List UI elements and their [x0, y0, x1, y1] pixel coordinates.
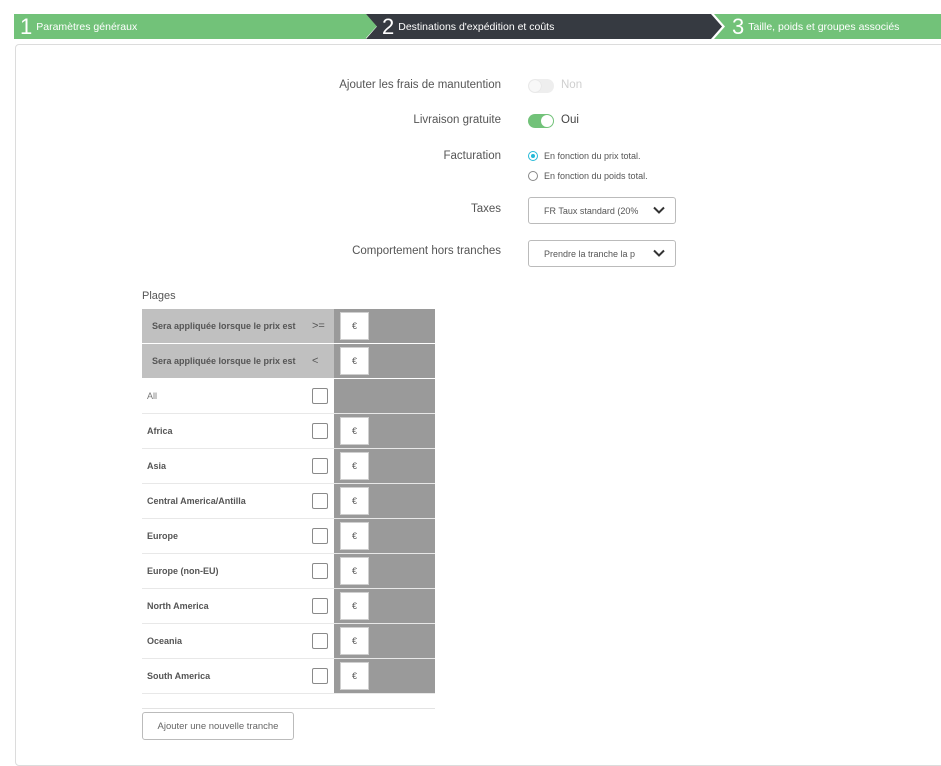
- zone-name: Central America/Antilla: [147, 496, 246, 506]
- range-min-input[interactable]: €: [340, 312, 369, 340]
- taxes-selected-value: FR Taux standard (20%: [544, 205, 639, 216]
- range-column: €: [334, 589, 435, 623]
- ranges-title: Plages: [142, 290, 176, 302]
- zone-row: Central America/Antilla €: [142, 484, 435, 519]
- zone-checkbox[interactable]: [312, 493, 328, 509]
- zone-row-all: All: [142, 379, 435, 414]
- step-label: Destinations d'expédition et coûts: [398, 20, 555, 33]
- range-column: €: [334, 309, 435, 343]
- ranges-table: Sera appliquée lorsque le prix est >= € …: [142, 309, 435, 694]
- range-column: €: [334, 449, 435, 483]
- zone-name: Oceania: [147, 636, 183, 646]
- range-header-min: Sera appliquée lorsque le prix est >= €: [142, 309, 435, 344]
- radio-label: En fonction du poids total.: [544, 171, 648, 181]
- taxes-label: Taxes: [470, 203, 501, 215]
- radio-label: En fonction du prix total.: [544, 151, 641, 161]
- range-operator: <: [312, 355, 319, 367]
- billing-option-weight[interactable]: En fonction du poids total.: [528, 171, 648, 181]
- range-condition-label: Sera appliquée lorsque le prix est: [152, 321, 296, 331]
- handling-fees-state: Non: [561, 79, 583, 91]
- zone-row: Africa €: [142, 414, 435, 449]
- free-shipping-switch[interactable]: [528, 114, 554, 128]
- zone-name: Africa: [147, 426, 173, 436]
- step-label: Paramètres généraux: [36, 20, 138, 33]
- free-shipping-state: Oui: [561, 114, 579, 126]
- range-column: €: [334, 659, 435, 693]
- range-column: €: [334, 554, 435, 588]
- range-column: €: [334, 624, 435, 658]
- zone-price-input[interactable]: €: [340, 627, 369, 655]
- out-of-range-label: Comportement hors tranches: [352, 245, 501, 257]
- billing-option-price[interactable]: En fonction du prix total.: [528, 151, 641, 161]
- zone-name: Europe (non-EU): [147, 566, 219, 576]
- zone-row: North America €: [142, 589, 435, 624]
- range-max-input[interactable]: €: [340, 347, 369, 375]
- range-column: €: [334, 344, 435, 378]
- range-condition-label: Sera appliquée lorsque le prix est: [152, 356, 296, 366]
- wizard-step-destinations[interactable]: 2 Destinations d'expédition et coûts: [366, 14, 722, 39]
- zone-row: Asia €: [142, 449, 435, 484]
- zone-price-input[interactable]: €: [340, 662, 369, 690]
- chevron-down-icon: [653, 249, 665, 257]
- wizard-steps: 1 Paramètres généraux 2 Destinations d'e…: [14, 14, 941, 39]
- out-of-range-select[interactable]: Prendre la tranche la p: [528, 240, 676, 267]
- zone-row: Oceania €: [142, 624, 435, 659]
- step-label: Taille, poids et groupes associés: [748, 20, 900, 33]
- zone-row: Europe €: [142, 519, 435, 554]
- zone-checkbox[interactable]: [312, 458, 328, 474]
- divider: [142, 708, 435, 709]
- radio-button[interactable]: [528, 151, 538, 161]
- zone-checkbox[interactable]: [312, 423, 328, 439]
- wizard-step-general[interactable]: 1 Paramètres généraux: [14, 14, 366, 39]
- zone-row: Europe (non-EU) €: [142, 554, 435, 589]
- zone-name: North America: [147, 601, 209, 611]
- zone-all-checkbox[interactable]: [312, 388, 328, 404]
- zone-name: Asia: [147, 461, 167, 471]
- wizard-step-size-weight[interactable]: 3 Taille, poids et groupes associés: [714, 14, 941, 39]
- zone-row: South America €: [142, 659, 435, 694]
- range-column: €: [334, 414, 435, 448]
- zone-checkbox[interactable]: [312, 563, 328, 579]
- chevron-down-icon: [653, 206, 665, 214]
- switch-knob: [541, 115, 553, 127]
- zone-checkbox[interactable]: [312, 668, 328, 684]
- add-range-button[interactable]: Ajouter une nouvelle tranche: [142, 712, 294, 740]
- zone-price-input[interactable]: €: [340, 452, 369, 480]
- handling-fees-switch[interactable]: [528, 79, 554, 93]
- radio-button[interactable]: [528, 171, 538, 181]
- billing-label: Facturation: [443, 150, 501, 162]
- range-column: [334, 379, 435, 413]
- zone-price-input[interactable]: €: [340, 592, 369, 620]
- zone-price-input[interactable]: €: [340, 522, 369, 550]
- handling-fees-label: Ajouter les frais de manutention: [339, 79, 501, 91]
- zone-checkbox[interactable]: [312, 633, 328, 649]
- zone-price-input[interactable]: €: [340, 417, 369, 445]
- zone-price-input[interactable]: €: [340, 487, 369, 515]
- range-header-max: Sera appliquée lorsque le prix est < €: [142, 344, 435, 379]
- range-column: €: [334, 484, 435, 518]
- taxes-select[interactable]: FR Taux standard (20%: [528, 197, 676, 224]
- out-of-range-selected-value: Prendre la tranche la p: [544, 248, 636, 259]
- switch-knob: [529, 80, 541, 92]
- zone-name: Europe: [147, 531, 179, 541]
- step-number: 1: [20, 14, 33, 39]
- zone-checkbox[interactable]: [312, 598, 328, 614]
- free-shipping-label: Livraison gratuite: [413, 114, 501, 126]
- range-operator: >=: [312, 320, 325, 332]
- range-column: €: [334, 519, 435, 553]
- zone-price-input[interactable]: €: [340, 557, 369, 585]
- step-number: 3: [732, 14, 745, 39]
- step-number: 2: [382, 14, 395, 39]
- zone-name: All: [147, 391, 158, 401]
- zone-name: South America: [147, 671, 211, 681]
- zone-checkbox[interactable]: [312, 528, 328, 544]
